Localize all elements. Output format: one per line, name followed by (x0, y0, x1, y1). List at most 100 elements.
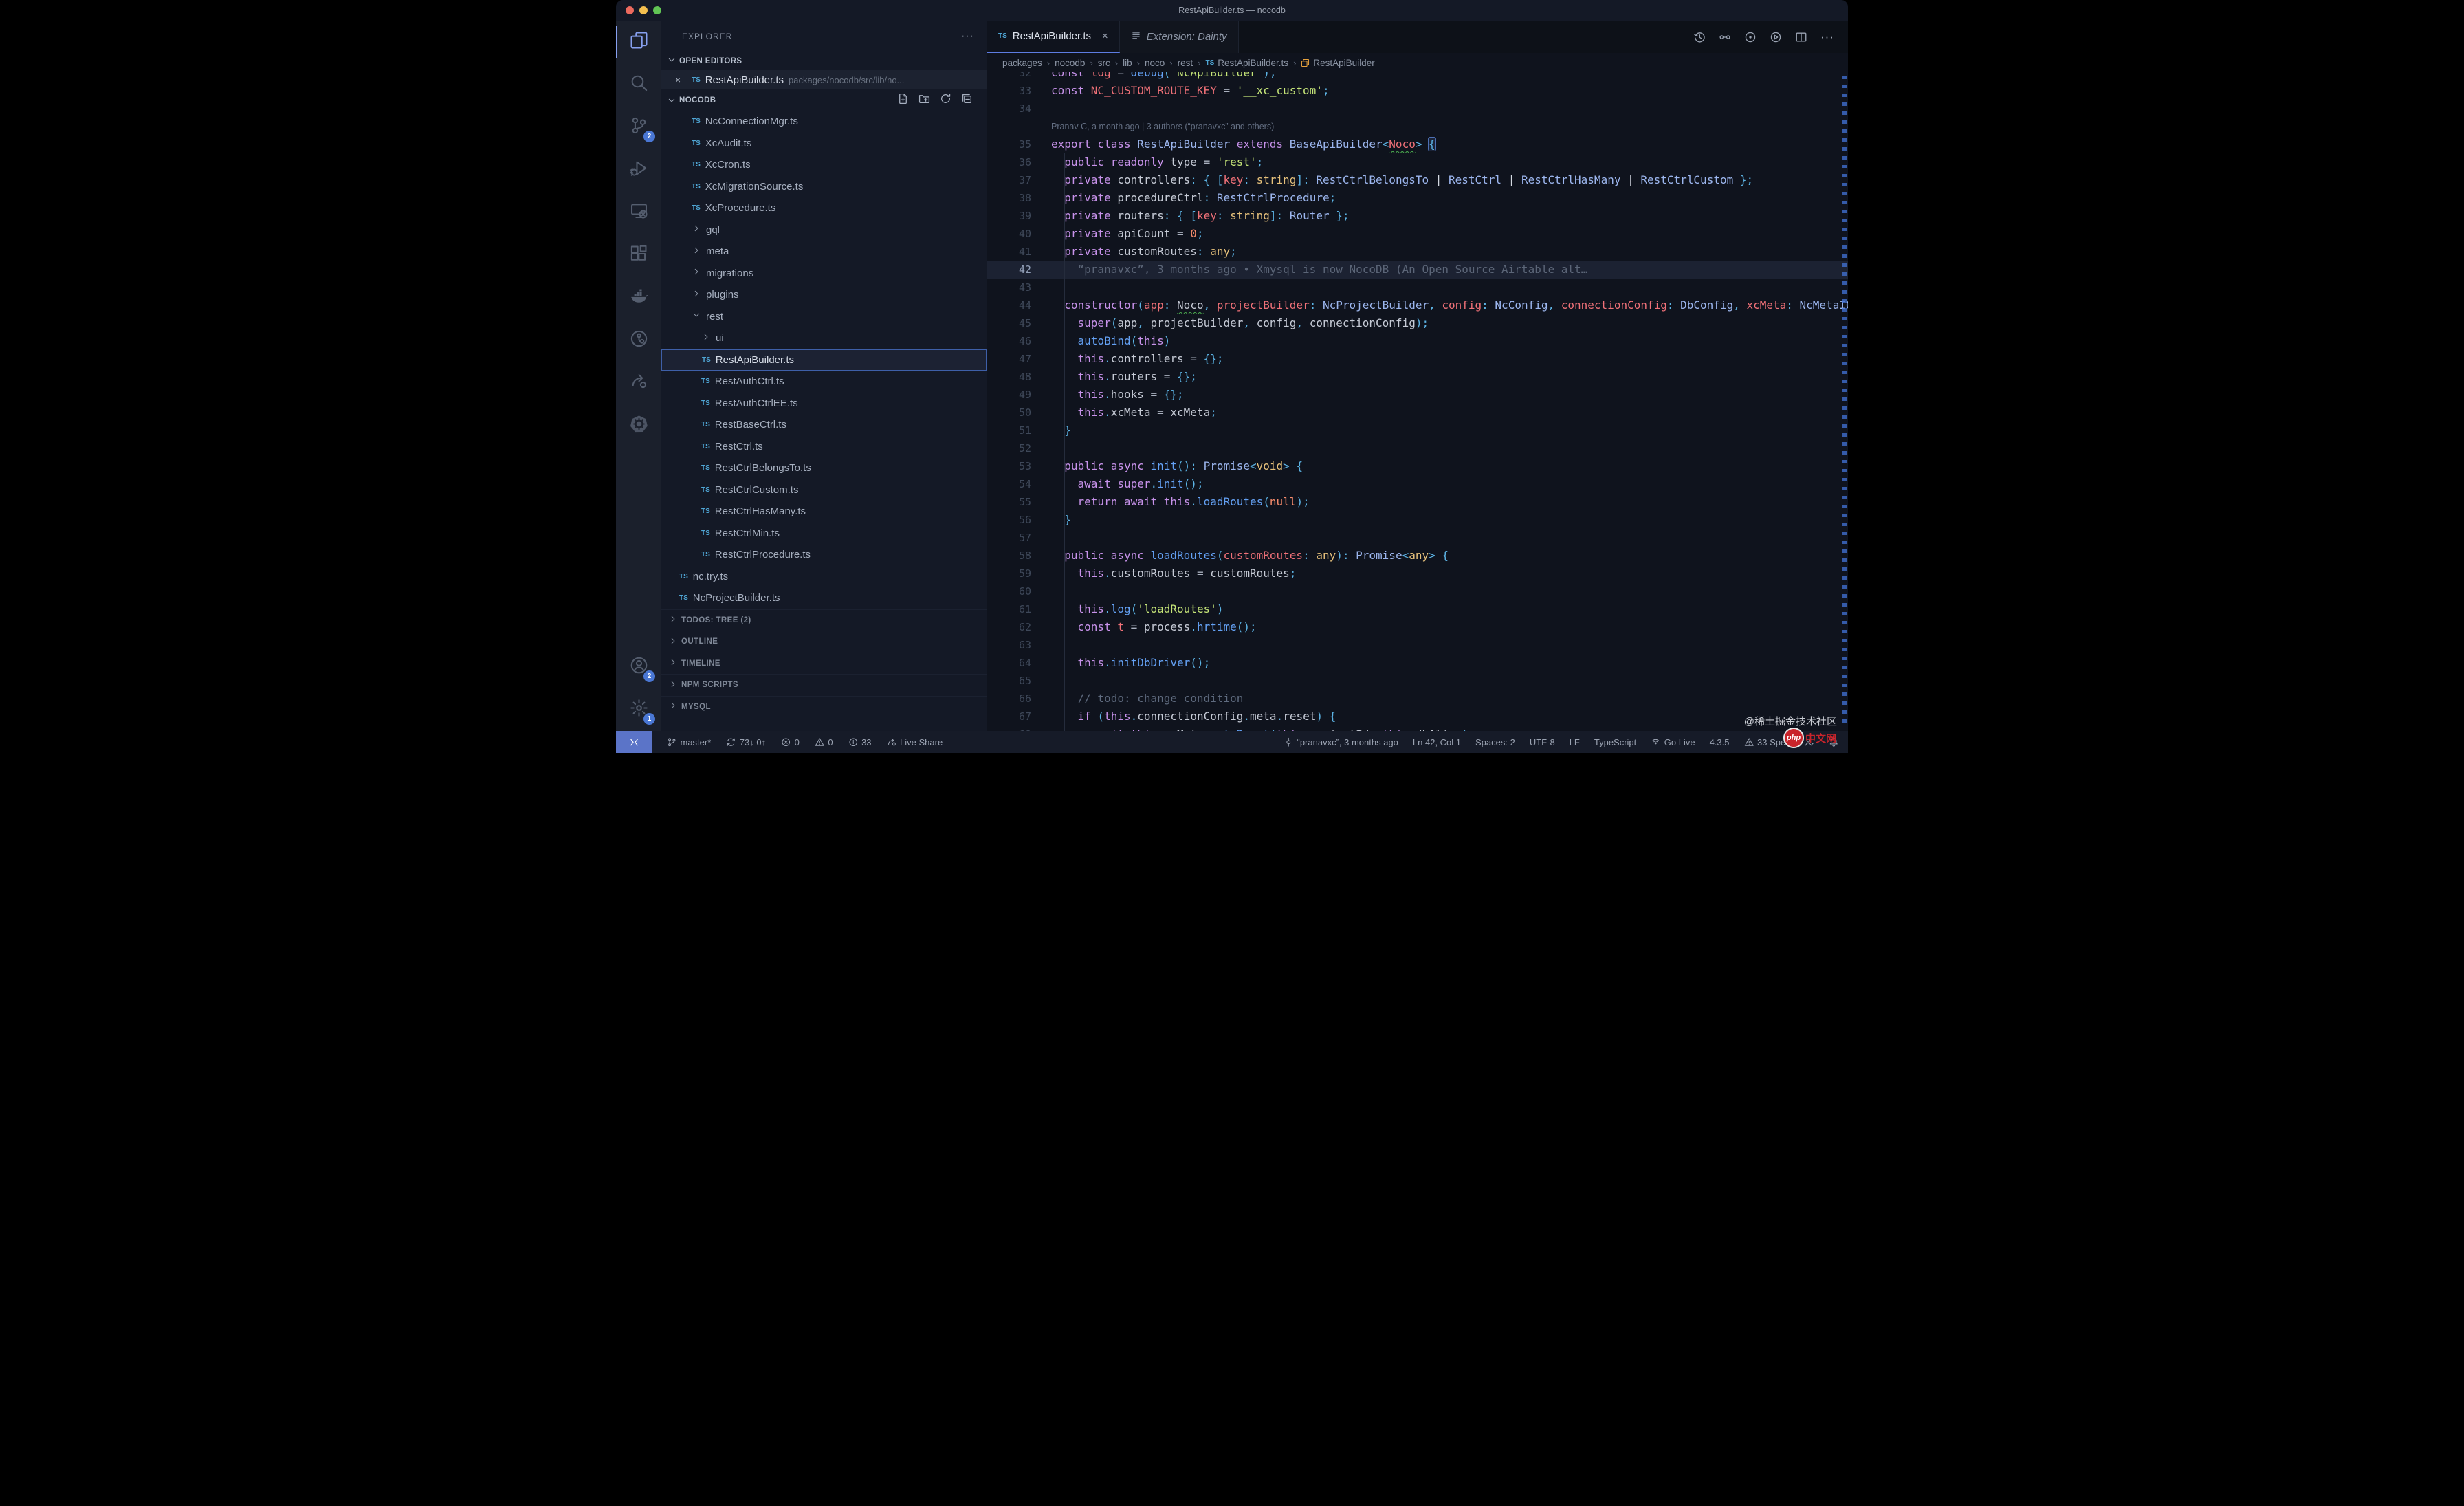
tree-item-RestCtrlProcedure.ts[interactable]: TS RestCtrlProcedure.ts (661, 544, 987, 566)
tree-item-NcConnectionMgr.ts[interactable]: TS NcConnectionMgr.ts (661, 111, 987, 133)
activity-item-gitlens[interactable] (616, 319, 661, 362)
tree-item-RestAuthCtrl.ts[interactable]: TS RestAuthCtrl.ts (661, 371, 987, 393)
tree-item-NcProjectBuilder.ts[interactable]: TS NcProjectBuilder.ts (661, 587, 987, 609)
code-editor[interactable]: 32 const log = debug('NcApiBuilder'); 33 c… (987, 72, 1848, 731)
chevron-right-icon (701, 332, 711, 345)
tree-item-plugins[interactable]: plugins (661, 284, 987, 306)
status-infos[interactable]: 33 (848, 737, 872, 747)
tree-item-ui[interactable]: ui (661, 327, 987, 349)
breadcrumb-symbol[interactable]: RestApiBuilder (1301, 58, 1375, 68)
tree-item-XcProcedure.ts[interactable]: TS XcProcedure.ts (661, 197, 987, 219)
activity-item-run-and-debug[interactable] (616, 149, 661, 191)
traffic-light-zoom-icon[interactable] (653, 6, 661, 14)
tree-item-rest[interactable]: rest (661, 306, 987, 328)
status-live-share[interactable]: Live Share (887, 737, 943, 747)
line-number: 50 (1018, 406, 1031, 419)
status-ts-version[interactable]: 4.3.5 (1710, 737, 1730, 747)
code-line-32: 32 const log = debug('NcApiBuilder'); (987, 72, 1848, 82)
tree-item-RestBaseCtrl.ts[interactable]: TS RestBaseCtrl.ts (661, 414, 987, 436)
breadcrumb-item-lib[interactable]: lib (1123, 58, 1132, 68)
activity-item-source-control[interactable]: 2 (616, 106, 661, 149)
traffic-light-close-icon[interactable] (626, 6, 634, 14)
code-line-49: 49 this.hooks = {}; (987, 386, 1848, 404)
collapse-all-icon[interactable] (961, 93, 973, 108)
status-sync-changes[interactable]: 73↓ 0↑ (726, 737, 766, 747)
tree-item-XcMigrationSource.ts[interactable]: TS XcMigrationSource.ts (661, 176, 987, 198)
status-git-branch[interactable]: master* (667, 737, 711, 747)
activity-item-docker[interactable] (616, 276, 661, 319)
split-editor-icon[interactable] (1795, 31, 1807, 43)
activity-item-remote-explorer[interactable] (616, 191, 661, 234)
run-icon[interactable] (1770, 31, 1782, 43)
close-icon[interactable]: × (675, 74, 681, 85)
tree-item-RestAuthCtrlEE.ts[interactable]: TS RestAuthCtrlEE.ts (661, 393, 987, 415)
tree-item-RestCtrlCustom.ts[interactable]: TS RestCtrlCustom.ts (661, 479, 987, 501)
tree-item-label: XcCron.ts (705, 159, 751, 171)
tree-item-nc.try.ts[interactable]: TS nc.try.ts (661, 566, 987, 588)
open-changes-icon[interactable] (1719, 31, 1731, 43)
project-section-header[interactable]: NOCODB (661, 89, 987, 111)
sidebar-section-outline[interactable]: OUTLINE (661, 631, 987, 653)
status-encoding[interactable]: UTF-8 (1530, 737, 1555, 747)
status-indentation[interactable]: Spaces: 2 (1475, 737, 1515, 747)
status-language-mode[interactable]: TypeScript (1594, 737, 1636, 747)
breadcrumb-item-rest[interactable]: rest (1178, 58, 1194, 68)
chevron-right-icon (668, 657, 678, 669)
section-label: MYSQL (681, 702, 711, 711)
breadcrumb-item-nocodb[interactable]: nocodb (1055, 58, 1085, 68)
status-go-live[interactable]: Go Live (1651, 737, 1695, 747)
breadcrumb-item-noco[interactable]: noco (1145, 58, 1165, 68)
tree-item-XcAudit.ts[interactable]: TS XcAudit.ts (661, 133, 987, 155)
tree-item-meta[interactable]: meta (661, 241, 987, 263)
overview-ruler-scrollbar[interactable] (1842, 76, 1847, 728)
refresh-icon[interactable] (940, 93, 952, 108)
status-bar: master* 73↓ 0↑ 0 0 33 Live Share “pranav… (616, 731, 1848, 753)
status-errors[interactable]: 0 (781, 737, 800, 747)
open-editors-section-header[interactable]: OPEN EDITORS (661, 52, 987, 70)
close-tab-icon[interactable]: × (1102, 30, 1108, 42)
tree-item-RestCtrlBelongsTo.ts[interactable]: TS RestCtrlBelongsTo.ts (661, 457, 987, 479)
more-actions-icon[interactable]: ··· (1820, 30, 1834, 44)
tree-item-RestCtrlMin.ts[interactable]: TS RestCtrlMin.ts (661, 523, 987, 545)
status-blame-commit[interactable]: “pranavxc”, 3 months ago (1284, 737, 1398, 747)
tree-item-migrations[interactable]: migrations (661, 263, 987, 285)
sidebar-section-todos-tree-2-[interactable]: TODOS: TREE (2) (661, 609, 987, 631)
activity-item-live-share[interactable] (616, 362, 661, 404)
status-eol[interactable]: LF (1570, 737, 1580, 747)
info-icon (848, 737, 859, 747)
activity-item-kubernetes[interactable] (616, 404, 661, 447)
tab-RestApiBuilder-ts[interactable]: TS RestApiBuilder.ts × (987, 21, 1120, 53)
explorer-more-actions-icon[interactable]: ··· (961, 30, 974, 43)
tree-item-RestApiBuilder.ts[interactable]: TS RestApiBuilder.ts (661, 349, 987, 371)
code-line-48: 48 this.routers = {}; (987, 368, 1848, 386)
error-icon (781, 737, 791, 747)
tree-item-RestCtrlHasMany.ts[interactable]: TS RestCtrlHasMany.ts (661, 501, 987, 523)
traffic-light-minimize-icon[interactable] (639, 6, 648, 14)
new-file-icon[interactable] (897, 93, 909, 108)
activity-item-settings[interactable]: 1 (616, 688, 661, 731)
tree-item-label: NcProjectBuilder.ts (692, 592, 780, 604)
activity-item-explorer[interactable] (616, 21, 661, 63)
breadcrumb-file[interactable]: TS RestApiBuilder.ts (1205, 58, 1288, 68)
breadcrumb-item-src[interactable]: src (1098, 58, 1110, 68)
line-number: 52 (1018, 442, 1031, 455)
typescript-file-icon: TS (701, 529, 710, 537)
tab-Extension-Dainty[interactable]: Extension: Dainty (1119, 21, 1239, 53)
local-history-icon[interactable] (1693, 31, 1706, 43)
new-folder-icon[interactable] (918, 93, 930, 108)
remote-indicator-button[interactable] (616, 731, 652, 753)
sidebar-section-mysql[interactable]: MYSQL (661, 695, 987, 718)
breadcrumb-item-packages[interactable]: packages (1002, 58, 1042, 68)
open-editor-item[interactable]: × TS RestApiBuilder.ts packages/nocodb/sr… (661, 70, 987, 89)
tree-item-RestCtrl.ts[interactable]: TS RestCtrl.ts (661, 436, 987, 458)
activity-item-extensions[interactable] (616, 234, 661, 276)
status-warnings[interactable]: 0 (815, 737, 833, 747)
activity-item-accounts[interactable]: 2 (616, 646, 661, 688)
status-cursor-position[interactable]: Ln 42, Col 1 (1413, 737, 1461, 747)
go-back-icon[interactable] (1744, 31, 1757, 43)
activity-item-search[interactable] (616, 63, 661, 106)
tree-item-gql[interactable]: gql (661, 219, 987, 241)
sidebar-section-timeline[interactable]: TIMELINE (661, 652, 987, 675)
tree-item-XcCron.ts[interactable]: TS XcCron.ts (661, 154, 987, 176)
sidebar-section-npm-scripts[interactable]: NPM SCRIPTS (661, 674, 987, 696)
